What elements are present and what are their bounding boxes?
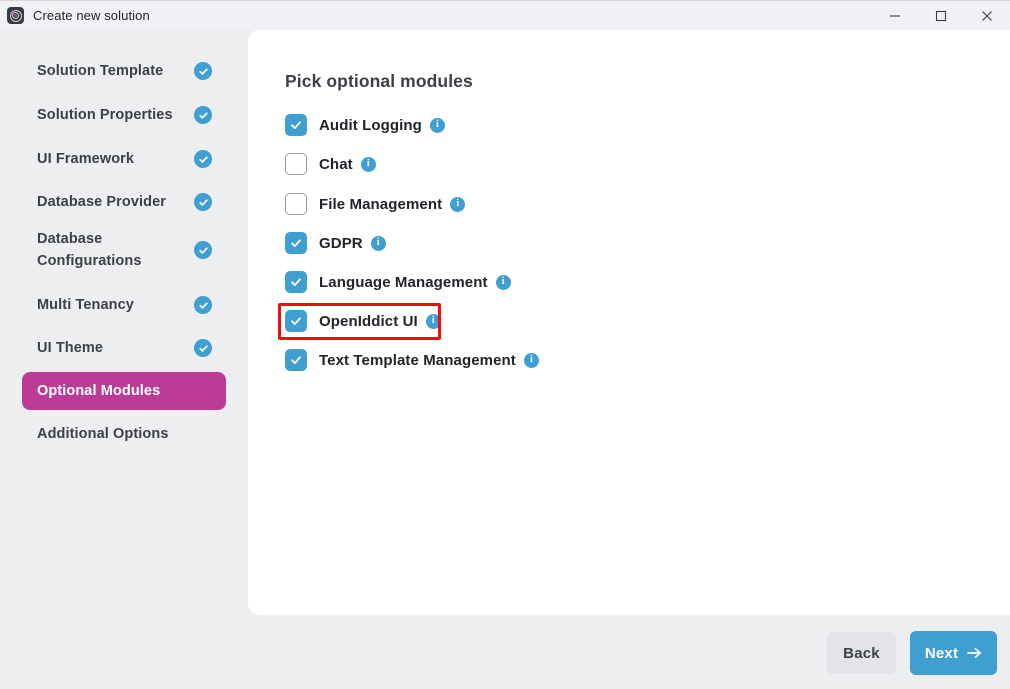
module-row-text-template-management[interactable]: Text Template Management i (285, 347, 539, 373)
sidebar-item-label: Multi Tenancy (37, 296, 134, 313)
sidebar-item-label: UI Theme (37, 339, 104, 356)
module-label: Audit Logging (319, 116, 422, 134)
step-completed-check-icon (194, 193, 212, 211)
module-row-chat[interactable]: Chat i (285, 151, 376, 177)
sidebar-item-label: Database Provider (37, 193, 167, 210)
back-button[interactable]: Back (827, 632, 896, 674)
step-completed-check-icon (194, 106, 212, 124)
step-completed-check-icon (194, 339, 212, 357)
sidebar-item-label: Database Configurations (37, 230, 142, 269)
module-label: File Management (319, 195, 443, 213)
info-icon[interactable]: i (523, 352, 539, 368)
sidebar-item-multi-tenancy[interactable]: Multi Tenancy (22, 286, 226, 324)
sidebar-item-database-provider[interactable]: Database Provider (22, 183, 226, 221)
module-row-openiddict-ui[interactable]: OpenIddict UI i (285, 308, 441, 334)
sidebar-item-label: UI Framework (37, 150, 135, 167)
step-completed-check-icon (194, 150, 212, 168)
sidebar-item-database-configurations[interactable]: Database Configurations (22, 222, 226, 278)
minimize-icon[interactable] (872, 1, 918, 31)
module-label: Text Template Management (319, 351, 516, 369)
module-label: GDPR (319, 234, 363, 252)
sidebar-item-ui-theme[interactable]: UI Theme (22, 329, 226, 367)
wizard-sidebar: Solution Template Solution Properties UI F… (0, 30, 248, 689)
next-button-label: Next (924, 644, 959, 662)
module-label: OpenIddict UI (319, 312, 418, 330)
page-title: Pick optional modules (285, 71, 473, 91)
sidebar-item-label: Optional Modules (37, 382, 161, 399)
window-controls (872, 1, 1010, 31)
checkbox-audit-logging[interactable] (285, 114, 307, 136)
window-titlebar: Create new solution (0, 0, 1010, 30)
info-icon[interactable]: i (425, 313, 441, 329)
sidebar-item-label: Solution Template (37, 62, 164, 79)
maximize-icon[interactable] (918, 1, 964, 31)
checkbox-file-management[interactable] (285, 193, 307, 215)
module-row-gdpr[interactable]: GDPR i (285, 230, 386, 256)
info-icon[interactable]: i (429, 117, 445, 133)
module-row-file-management[interactable]: File Management i (285, 191, 466, 217)
checkbox-language-management[interactable] (285, 271, 307, 293)
close-icon[interactable] (964, 1, 1010, 31)
info-icon[interactable]: i (495, 274, 511, 290)
sidebar-item-label: Additional Options (37, 425, 169, 442)
step-completed-check-icon (194, 296, 212, 314)
module-label: Chat (319, 155, 353, 173)
window-title: Create new solution (33, 8, 150, 23)
module-row-language-management[interactable]: Language Management i (285, 269, 511, 295)
step-completed-check-icon (194, 62, 212, 80)
checkbox-openiddict-ui[interactable] (285, 310, 307, 332)
checkbox-text-template-management[interactable] (285, 349, 307, 371)
checkbox-gdpr[interactable] (285, 232, 307, 254)
sidebar-item-additional-options[interactable]: Additional Options (22, 415, 226, 453)
info-icon[interactable]: i (360, 156, 376, 172)
info-icon[interactable]: i (450, 196, 466, 212)
sidebar-item-ui-framework[interactable]: UI Framework (22, 140, 226, 178)
arrow-right-icon (967, 647, 982, 659)
info-icon[interactable]: i (370, 235, 386, 251)
checkbox-chat[interactable] (285, 153, 307, 175)
abp-logo-icon (7, 7, 24, 24)
step-completed-check-icon (194, 241, 212, 259)
sidebar-item-solution-properties[interactable]: Solution Properties (22, 96, 226, 134)
module-row-audit-logging[interactable]: Audit Logging i (285, 112, 445, 138)
next-button[interactable]: Next (910, 631, 997, 675)
module-label: Language Management (319, 273, 488, 291)
sidebar-item-label: Solution Properties (37, 106, 173, 123)
sidebar-item-optional-modules[interactable]: Optional Modules (22, 372, 226, 410)
sidebar-item-solution-template[interactable]: Solution Template (22, 52, 226, 90)
